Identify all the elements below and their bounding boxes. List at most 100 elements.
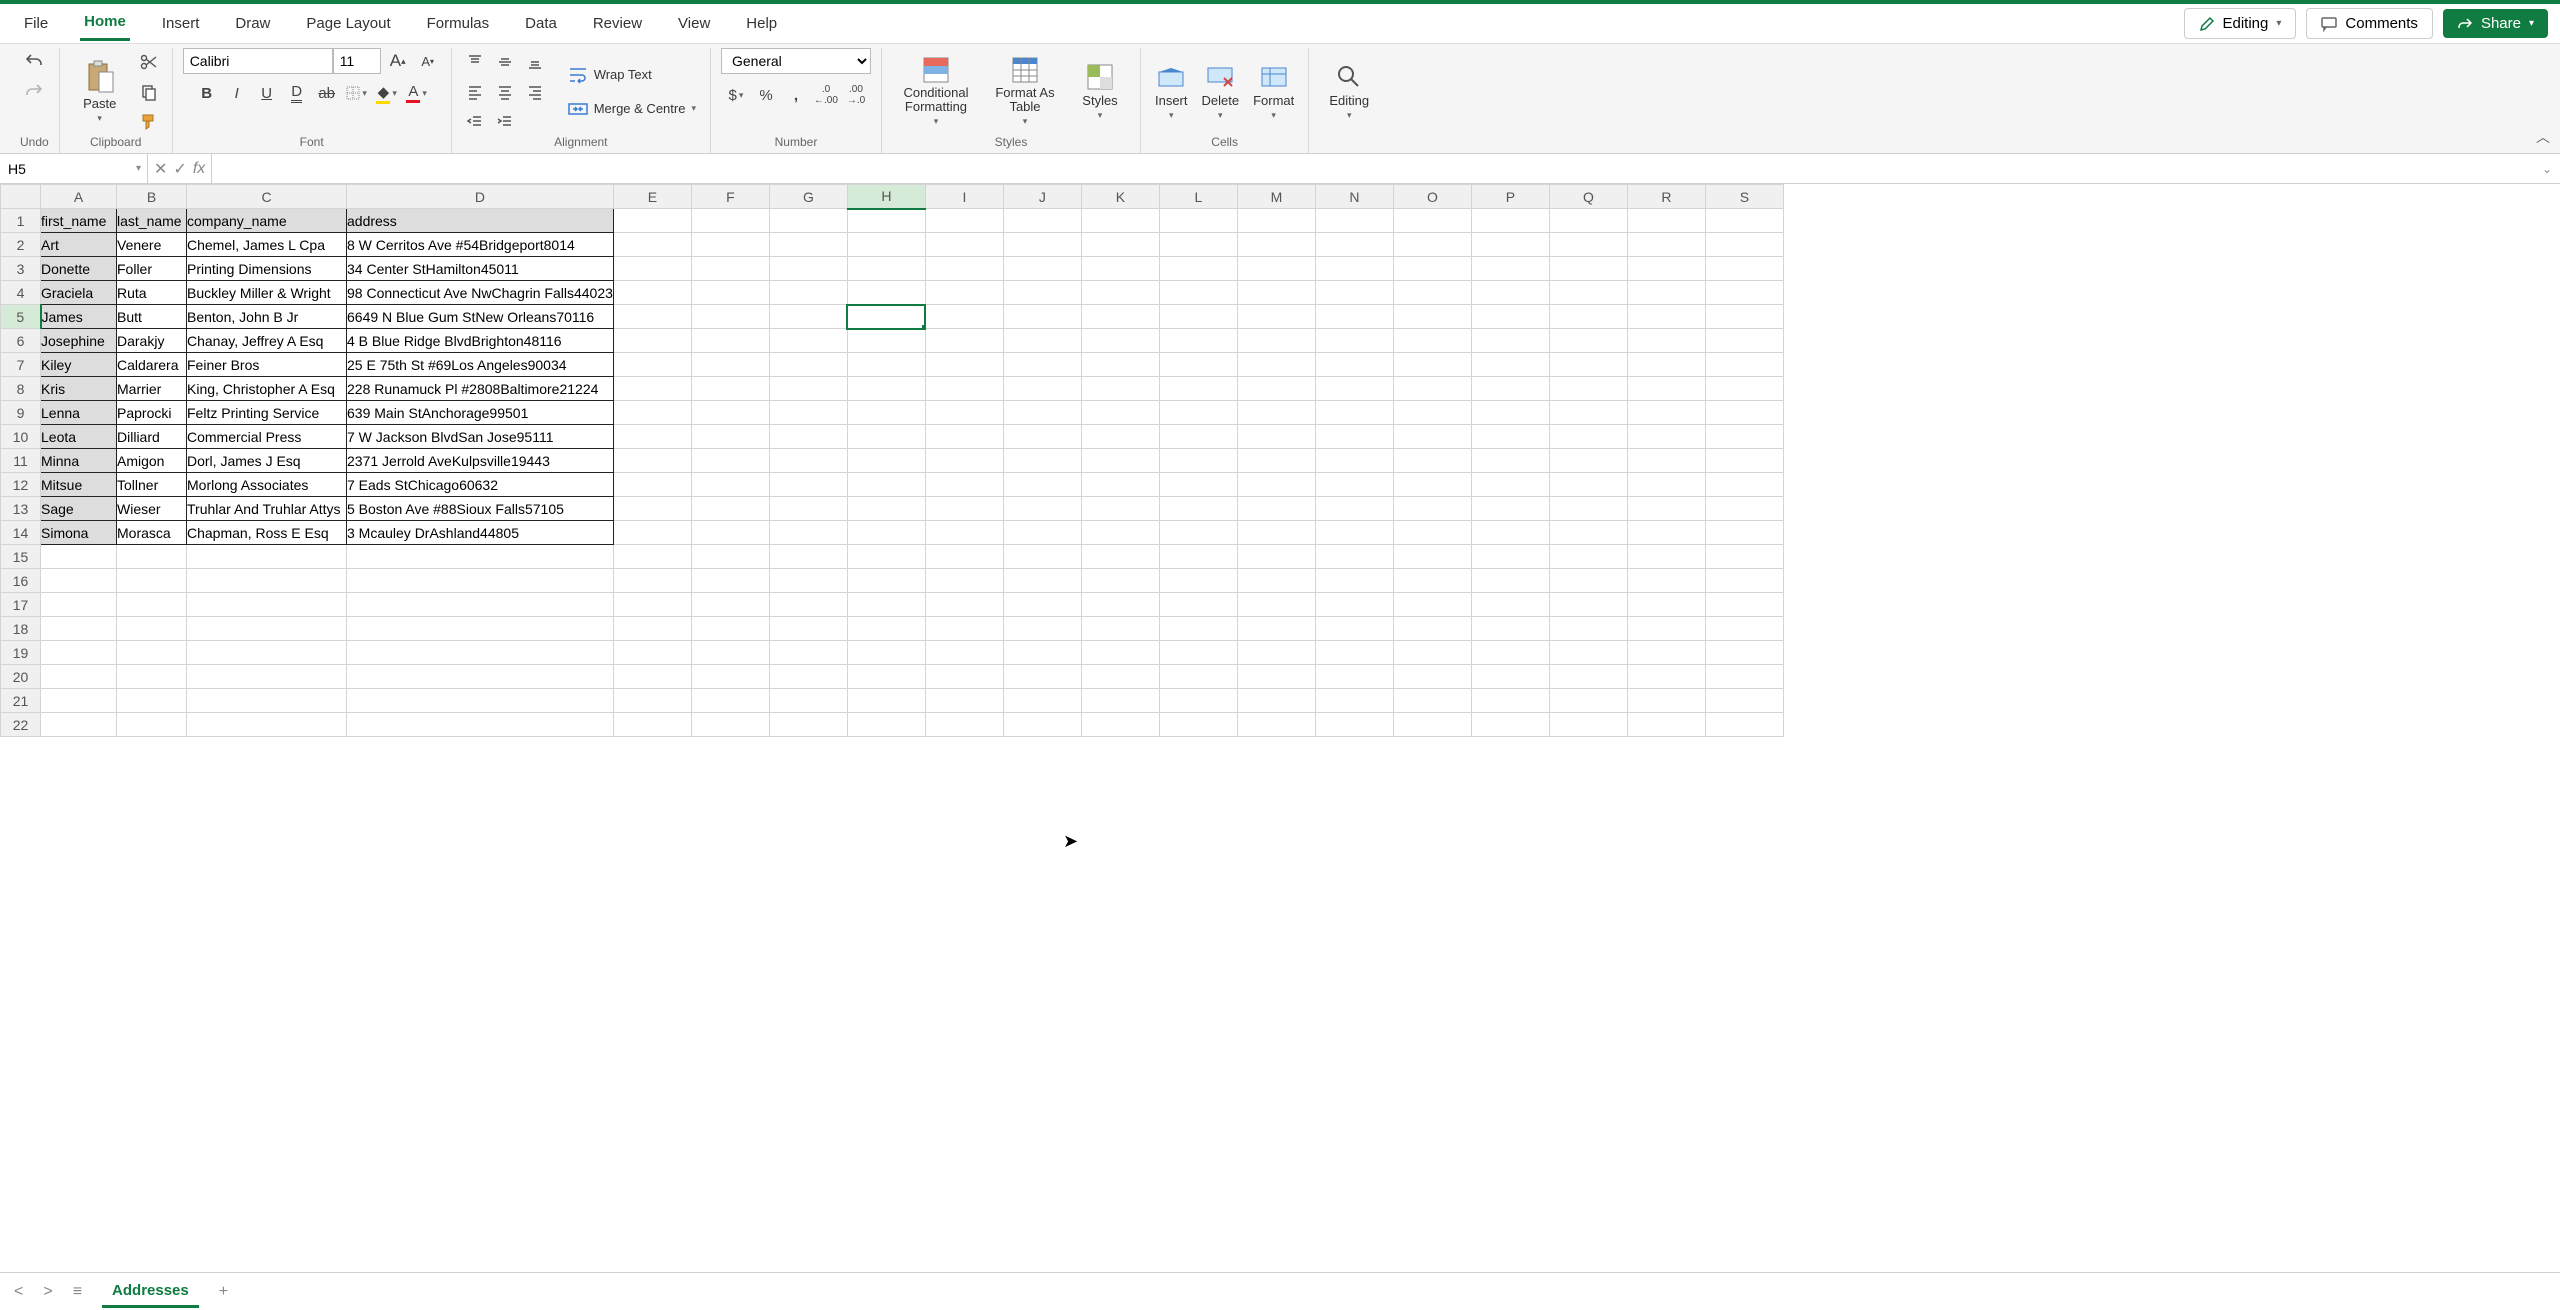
cell-P7[interactable] <box>1471 353 1549 377</box>
cell-K3[interactable] <box>1081 257 1159 281</box>
col-header-Q[interactable]: Q <box>1549 185 1627 209</box>
cell-C18[interactable] <box>187 617 347 641</box>
cell-M20[interactable] <box>1237 665 1315 689</box>
undo-button[interactable] <box>21 48 47 74</box>
accept-formula-icon[interactable]: ✓ <box>173 159 186 179</box>
cell-C20[interactable] <box>187 665 347 689</box>
font-color-button[interactable]: A <box>404 80 430 106</box>
cell-E4[interactable] <box>613 281 691 305</box>
cell-C1[interactable]: company_name <box>187 209 347 233</box>
cell-F13[interactable] <box>691 497 769 521</box>
cell-M13[interactable] <box>1237 497 1315 521</box>
cell-G14[interactable] <box>769 521 847 545</box>
cell-K9[interactable] <box>1081 401 1159 425</box>
cell-H11[interactable] <box>847 449 925 473</box>
next-sheet-button[interactable]: > <box>43 1283 52 1301</box>
cell-B20[interactable] <box>117 665 187 689</box>
cell-O5[interactable] <box>1393 305 1471 329</box>
cell-B8[interactable]: Marrier <box>117 377 187 401</box>
cell-Q6[interactable] <box>1549 329 1627 353</box>
cell-H22[interactable] <box>847 713 925 737</box>
col-header-F[interactable]: F <box>691 185 769 209</box>
cell-Q20[interactable] <box>1549 665 1627 689</box>
cell-S2[interactable] <box>1705 233 1783 257</box>
cell-styles-button[interactable]: Styles▾ <box>1070 59 1130 125</box>
cell-R11[interactable] <box>1627 449 1705 473</box>
cell-O4[interactable] <box>1393 281 1471 305</box>
cell-K13[interactable] <box>1081 497 1159 521</box>
cell-K20[interactable] <box>1081 665 1159 689</box>
cell-B1[interactable]: last_name <box>117 209 187 233</box>
row-header-5[interactable]: 5 <box>1 305 41 329</box>
row-header-2[interactable]: 2 <box>1 233 41 257</box>
cell-N7[interactable] <box>1315 353 1393 377</box>
cell-L22[interactable] <box>1159 713 1237 737</box>
cell-N4[interactable] <box>1315 281 1393 305</box>
cell-I10[interactable] <box>925 425 1003 449</box>
format-painter-button[interactable] <box>136 109 162 135</box>
cell-O18[interactable] <box>1393 617 1471 641</box>
menu-page-layout[interactable]: Page Layout <box>302 9 394 38</box>
cell-A18[interactable] <box>41 617 117 641</box>
cell-J21[interactable] <box>1003 689 1081 713</box>
comma-button[interactable]: , <box>783 82 809 108</box>
cell-H5[interactable] <box>847 305 925 329</box>
cell-S14[interactable] <box>1705 521 1783 545</box>
cell-I13[interactable] <box>925 497 1003 521</box>
cell-I17[interactable] <box>925 593 1003 617</box>
cell-K16[interactable] <box>1081 569 1159 593</box>
cell-S22[interactable] <box>1705 713 1783 737</box>
row-header-15[interactable]: 15 <box>1 545 41 569</box>
cell-R10[interactable] <box>1627 425 1705 449</box>
cell-S17[interactable] <box>1705 593 1783 617</box>
cut-button[interactable] <box>136 49 162 75</box>
cell-O6[interactable] <box>1393 329 1471 353</box>
cell-A12[interactable]: Mitsue <box>41 473 117 497</box>
cell-C7[interactable]: Feiner Bros <box>187 353 347 377</box>
cell-F17[interactable] <box>691 593 769 617</box>
cell-E2[interactable] <box>613 233 691 257</box>
cell-L20[interactable] <box>1159 665 1237 689</box>
cell-P17[interactable] <box>1471 593 1549 617</box>
cell-Q21[interactable] <box>1549 689 1627 713</box>
col-header-H[interactable]: H <box>847 185 925 209</box>
format-cells-button[interactable]: Format▾ <box>1249 59 1298 125</box>
cell-B5[interactable]: Butt <box>117 305 187 329</box>
cell-A22[interactable] <box>41 713 117 737</box>
cell-R12[interactable] <box>1627 473 1705 497</box>
cell-G6[interactable] <box>769 329 847 353</box>
font-name-select[interactable] <box>183 48 333 74</box>
format-as-table-button[interactable]: Format As Table▾ <box>986 52 1064 132</box>
cell-L3[interactable] <box>1159 257 1237 281</box>
cell-H16[interactable] <box>847 569 925 593</box>
cell-D3[interactable]: 34 Center StHamilton45011 <box>347 257 614 281</box>
cell-F15[interactable] <box>691 545 769 569</box>
cell-M18[interactable] <box>1237 617 1315 641</box>
add-sheet-button[interactable]: + <box>219 1283 228 1301</box>
cell-P21[interactable] <box>1471 689 1549 713</box>
cell-M5[interactable] <box>1237 305 1315 329</box>
col-header-E[interactable]: E <box>613 185 691 209</box>
col-header-K[interactable]: K <box>1081 185 1159 209</box>
cell-L6[interactable] <box>1159 329 1237 353</box>
cell-M14[interactable] <box>1237 521 1315 545</box>
cell-I18[interactable] <box>925 617 1003 641</box>
cell-P10[interactable] <box>1471 425 1549 449</box>
cell-R18[interactable] <box>1627 617 1705 641</box>
cell-Q5[interactable] <box>1549 305 1627 329</box>
cell-H8[interactable] <box>847 377 925 401</box>
menu-formulas[interactable]: Formulas <box>423 9 494 38</box>
cell-B4[interactable]: Ruta <box>117 281 187 305</box>
cell-K2[interactable] <box>1081 233 1159 257</box>
select-all-corner[interactable] <box>1 185 41 209</box>
cell-P8[interactable] <box>1471 377 1549 401</box>
prev-sheet-button[interactable]: < <box>14 1283 23 1301</box>
cell-K19[interactable] <box>1081 641 1159 665</box>
cell-P4[interactable] <box>1471 281 1549 305</box>
align-center-button[interactable] <box>492 79 518 105</box>
cell-R19[interactable] <box>1627 641 1705 665</box>
cell-P20[interactable] <box>1471 665 1549 689</box>
row-header-19[interactable]: 19 <box>1 641 41 665</box>
cell-A3[interactable]: Donette <box>41 257 117 281</box>
name-box[interactable]: H5 <box>0 154 148 183</box>
